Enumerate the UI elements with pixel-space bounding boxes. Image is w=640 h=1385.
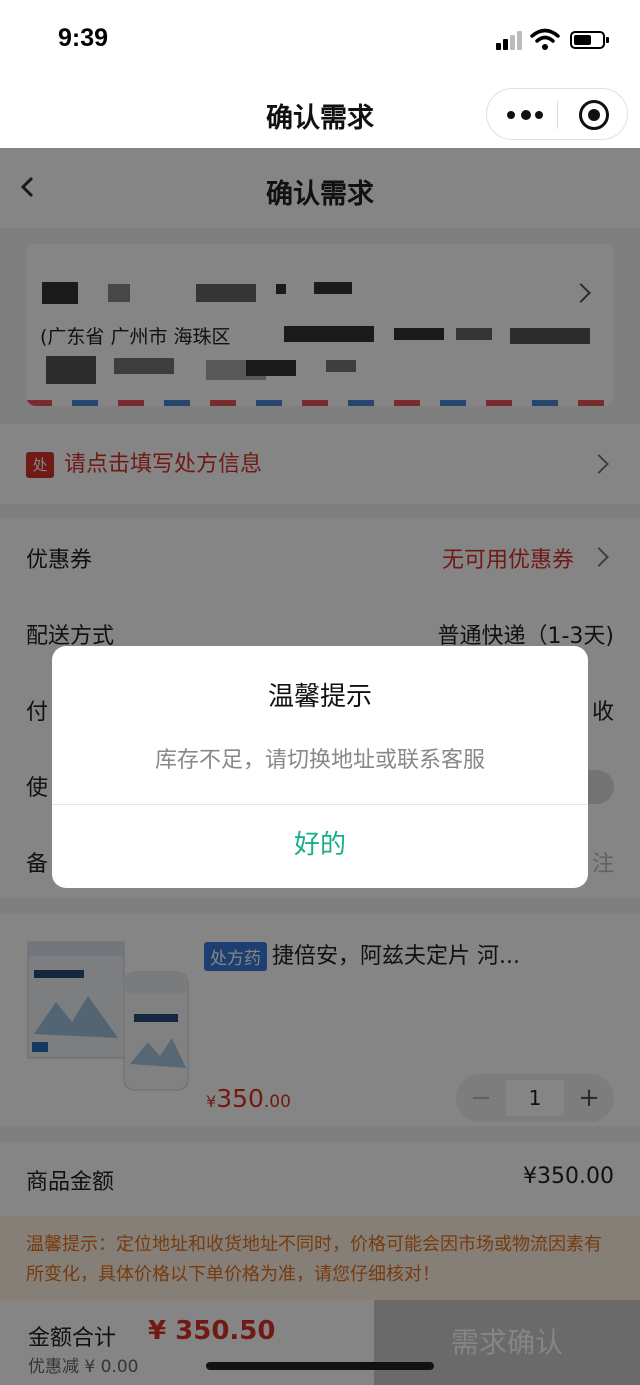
alert-dialog: 温馨提示 库存不足，请切换地址或联系客服 好的 [52, 646, 588, 888]
signal-icon [496, 30, 524, 50]
status-time: 9:39 [58, 24, 109, 52]
battery-icon [570, 31, 609, 49]
dialog-ok-button[interactable]: 好的 [52, 805, 588, 888]
more-icon[interactable] [507, 109, 543, 121]
mini-program-nav: 确认需求 [0, 80, 640, 148]
dialog-message: 库存不足，请切换地址或联系客服 [154, 748, 485, 773]
status-bar: 9:39 [0, 0, 640, 80]
home-indicator [206, 1362, 434, 1370]
close-mini-program-icon[interactable] [579, 100, 609, 130]
capsule-menu [486, 88, 628, 140]
wifi-icon [530, 28, 560, 50]
dialog-title: 温馨提示 [267, 682, 372, 712]
capsule-divider [557, 101, 558, 129]
